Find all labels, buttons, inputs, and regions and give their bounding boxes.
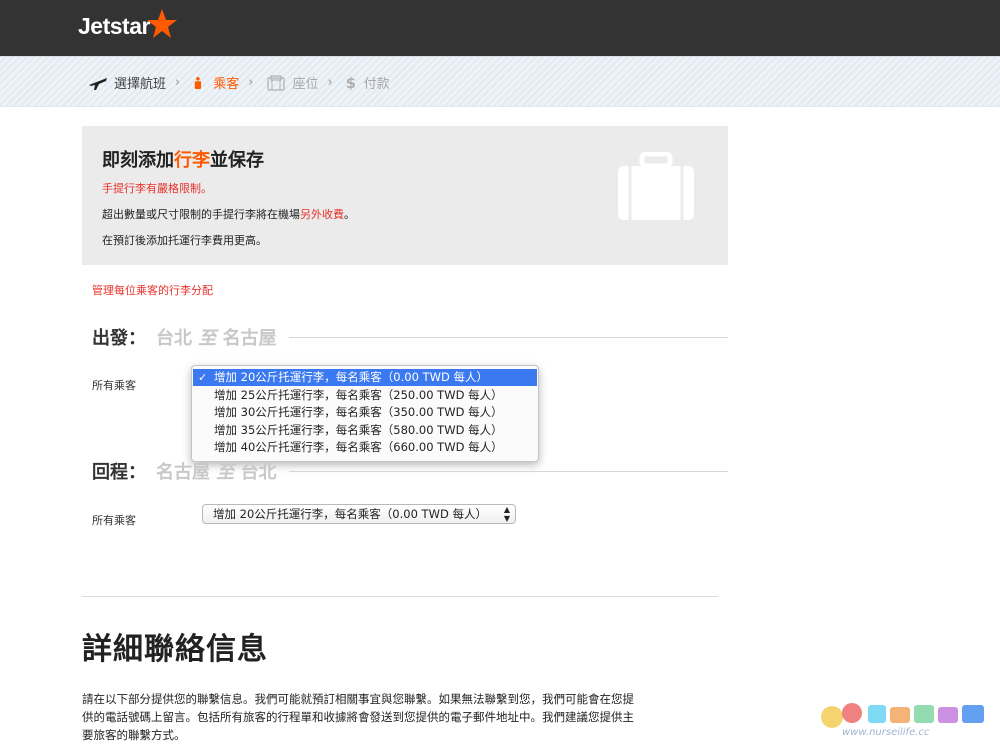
step-payment: $ 付款 xyxy=(345,73,390,93)
return-label: 回程： xyxy=(92,462,146,483)
top-bar: Jetstar xyxy=(0,0,1000,56)
suitcase-icon xyxy=(618,152,694,220)
contact-text-line: 請在以下部分提供您的聯繫信息。我們可能就預訂相關事宜與您聯繫。如果無法聯繫到您，… xyxy=(82,692,634,706)
route-from: 名古屋 xyxy=(156,462,210,483)
chevron-right-icon: › xyxy=(175,75,181,90)
contact-text-line: 要旅客的聯繫方式。 xyxy=(82,728,186,742)
option-text: 增加 30公斤托運行李，每名乘客（350.00 TWD 每人） xyxy=(214,405,503,419)
return-baggage-select[interactable]: 增加 20公斤托運行李，每名乘客（0.00 TWD 每人） ▲ ▼ xyxy=(202,504,516,524)
contact-details-text: 請在以下部分提供您的聯繫信息。我們可能就預訂相關事宜與您聯繫。如果無法聯繫到您，… xyxy=(82,690,682,744)
step-label: 座位 xyxy=(292,77,319,92)
promo-line-fee: 超出數量或尺寸限制的手提行李將在機場另外收費。 xyxy=(102,206,355,222)
option-text: 增加 40公斤托運行李，每名乘客（660.00 TWD 每人） xyxy=(214,440,503,454)
manage-baggage-link[interactable]: 管理每位乘客的行李分配 xyxy=(92,282,213,298)
dollar-icon: $ xyxy=(345,73,357,92)
step-seats: 座位 xyxy=(266,73,318,92)
person-icon xyxy=(194,76,202,89)
logo-text: Jetstar xyxy=(78,12,150,39)
route-to-word: 至 xyxy=(198,328,217,349)
promo-title-post: 並保存 xyxy=(210,150,264,171)
promo-title-highlight: 行李 xyxy=(174,150,210,171)
return-passenger-label: 所有乘客 xyxy=(92,514,136,527)
chevron-right-icon: › xyxy=(327,75,333,90)
departure-section-header: 出發： 台北 至 名古屋 xyxy=(92,324,728,350)
step-label: 付款 xyxy=(363,77,390,92)
option-text: 增加 20公斤托運行李，每名乘客（0.00 TWD 每人） xyxy=(214,370,488,384)
dropdown-option[interactable]: 增加 25公斤托運行李，每名乘客（250.00 TWD 每人） xyxy=(193,387,537,404)
option-text: 增加 35公斤托運行李，每名乘客（580.00 TWD 每人） xyxy=(214,423,503,437)
promo-fee-text: 超出數量或尺寸限制的手提行李將在機場 xyxy=(102,208,300,221)
contact-text-line: 供的電話號碼上留言。包括所有旅客的行程單和收據將會發送到您提供的電子郵件地址中。… xyxy=(82,710,634,724)
promo-fee-highlight: 另外收費 xyxy=(300,208,344,221)
baggage-promo-panel: 即刻添加行李並保存 手提行李有嚴格限制。 超出數量或尺寸限制的手提行李將在機場另… xyxy=(82,126,728,265)
section-divider xyxy=(288,470,728,472)
checkmark-icon: ✓ xyxy=(198,371,208,384)
dropdown-option[interactable]: 增加 30公斤托運行李，每名乘客（350.00 TWD 每人） xyxy=(193,404,537,421)
booking-progress-bar: 選擇航班 › 乘客 › 座位 › $ 付款 xyxy=(0,56,1000,107)
dropdown-option[interactable]: 增加 35公斤托運行李，每名乘客（580.00 TWD 每人） xyxy=(193,422,537,439)
promo-line-restriction: 手提行李有嚴格限制。 xyxy=(102,182,212,195)
departure-label: 出發： xyxy=(92,328,146,349)
step-label: 選擇航班 xyxy=(114,77,167,92)
departure-passenger-label: 所有乘客 xyxy=(92,379,136,392)
return-section-header: 回程： 名古屋 至 台北 xyxy=(92,458,728,484)
star-icon xyxy=(146,9,177,38)
route-to-word: 至 xyxy=(216,462,235,483)
seat-icon xyxy=(267,74,286,91)
return-route: 名古屋 至 台北 xyxy=(156,458,277,484)
route-to: 名古屋 xyxy=(222,328,277,349)
departure-route: 台北 至 名古屋 xyxy=(156,324,277,350)
departure-baggage-dropdown[interactable]: ✓ 增加 20公斤托運行李，每名乘客（0.00 TWD 每人） 增加 25公斤托… xyxy=(191,365,539,462)
select-arrows-icon: ▲ ▼ xyxy=(503,505,510,523)
chevron-right-icon: › xyxy=(248,75,254,90)
select-value: 增加 20公斤托運行李，每名乘客（0.00 TWD 每人） xyxy=(213,507,487,521)
promo-line-later: 在預訂後添加托運行李費用更高。 xyxy=(102,234,267,247)
route-to: 台北 xyxy=(240,462,277,483)
section-divider xyxy=(288,336,728,338)
jetstar-logo[interactable]: Jetstar xyxy=(78,9,178,40)
promo-fee-end: 。 xyxy=(344,208,355,221)
contact-details-title: 詳細聯絡信息 xyxy=(82,632,268,667)
dropdown-option[interactable]: 增加 40公斤托運行李，每名乘客（660.00 TWD 每人） xyxy=(193,439,537,456)
promo-title: 即刻添加行李並保存 xyxy=(102,146,264,172)
watermark-text: www.nurseilife.cc xyxy=(842,727,930,738)
step-label: 乘客 xyxy=(213,77,240,92)
section-divider xyxy=(82,596,718,597)
route-from: 台北 xyxy=(156,328,192,349)
plane-icon xyxy=(89,77,107,90)
booking-steps: 選擇航班 › 乘客 › 座位 › $ 付款 xyxy=(88,73,390,92)
step-select-flight[interactable]: 選擇航班 xyxy=(88,73,166,92)
option-text: 增加 25公斤托運行李，每名乘客（250.00 TWD 每人） xyxy=(214,388,503,402)
promo-title-pre: 即刻添加 xyxy=(102,150,174,171)
step-passengers[interactable]: 乘客 xyxy=(193,73,239,92)
dropdown-option[interactable]: ✓ 增加 20公斤托運行李，每名乘客（0.00 TWD 每人） xyxy=(193,369,537,386)
